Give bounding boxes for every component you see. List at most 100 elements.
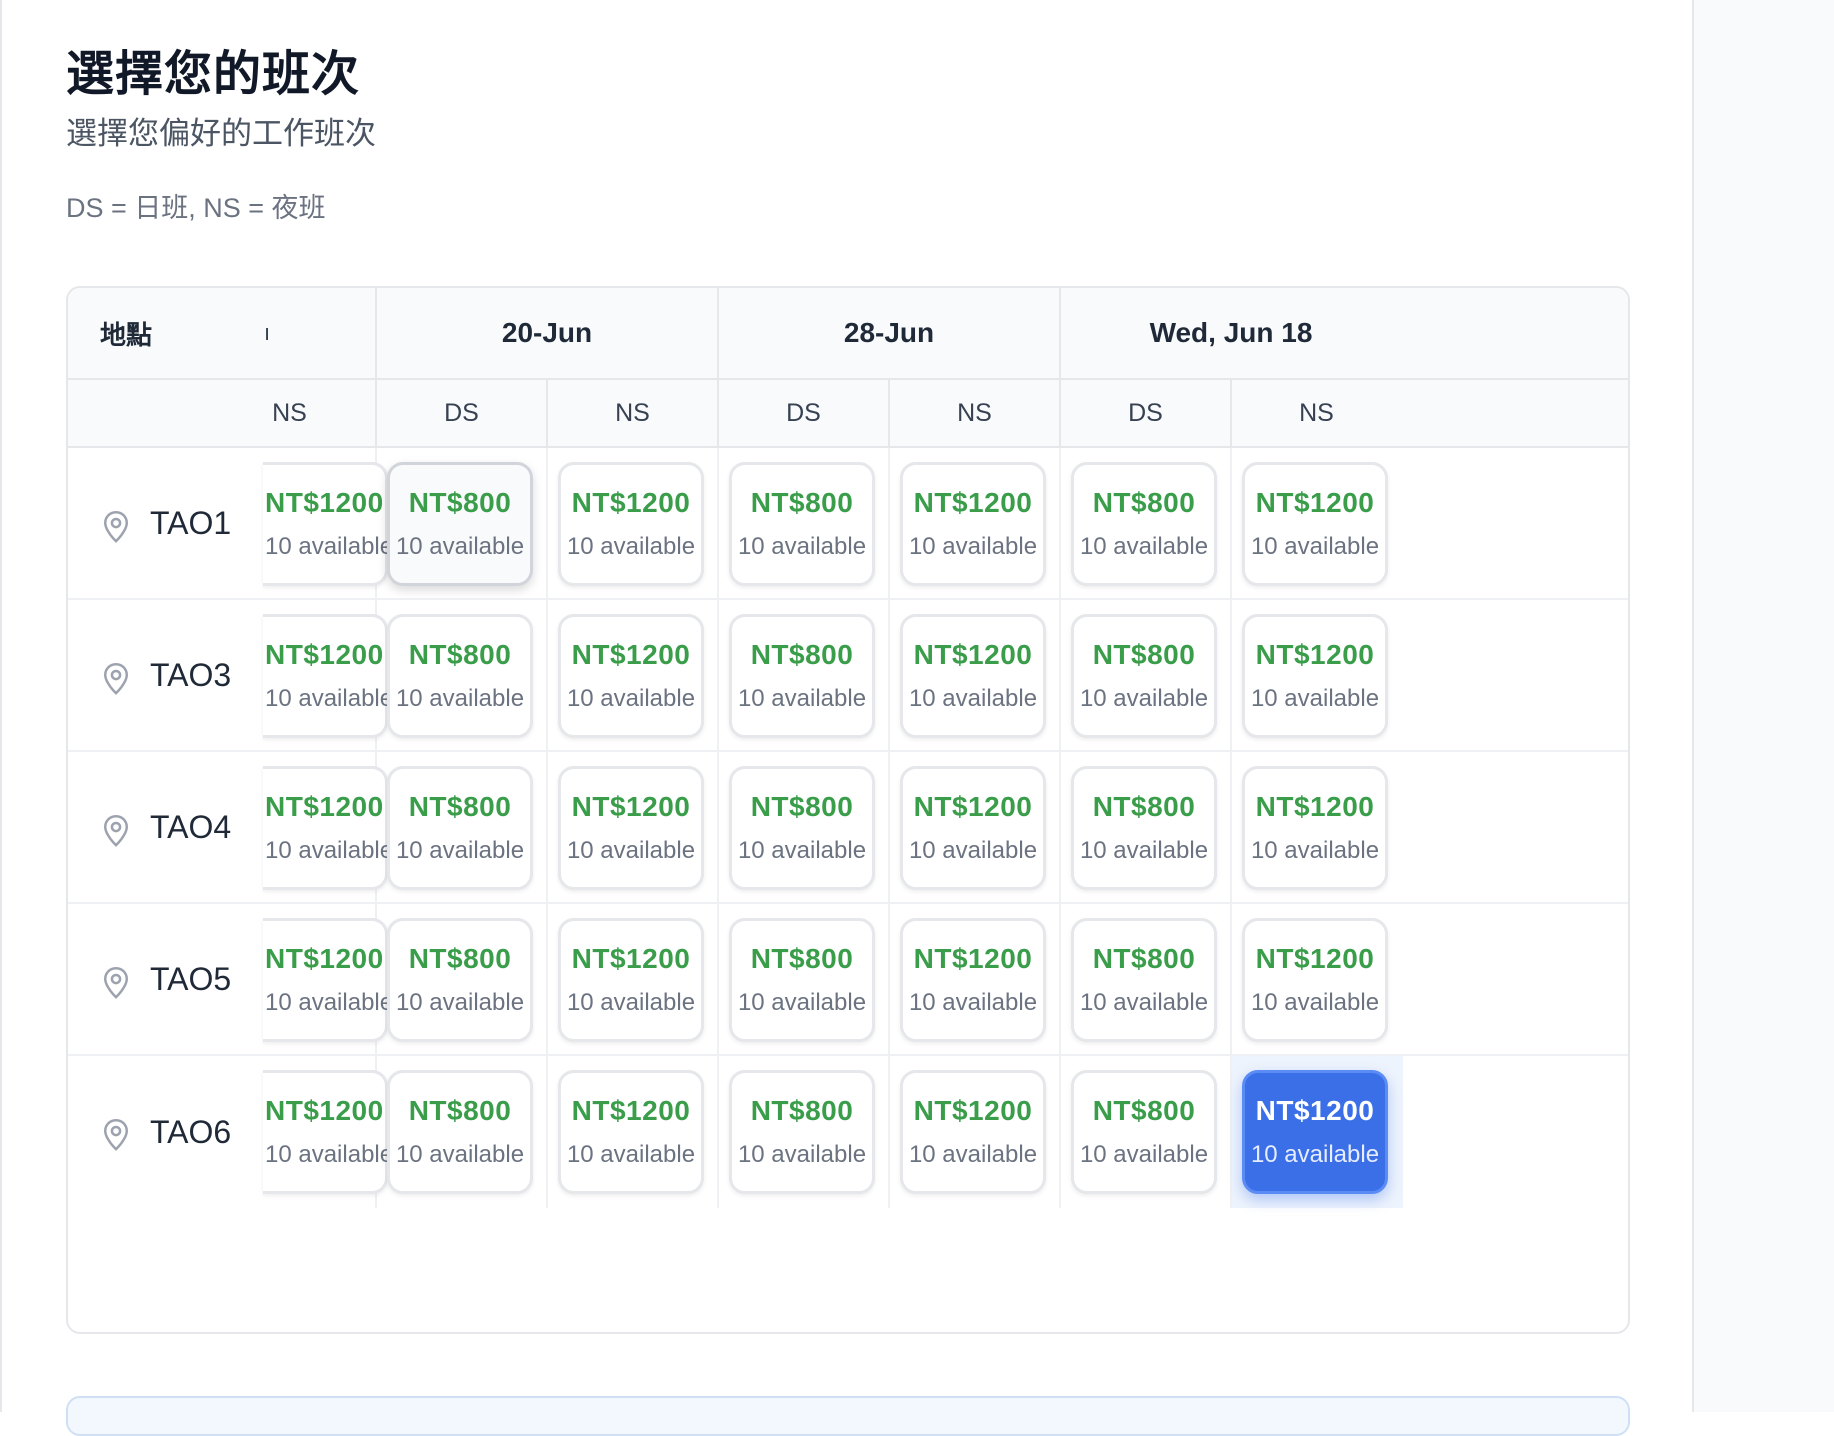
shift-availability: 10 available bbox=[395, 533, 525, 560]
shift-availability: 10 available bbox=[1079, 989, 1209, 1016]
shift-option-card[interactable]: NT$1200 10 available bbox=[1242, 766, 1388, 890]
map-pin-icon bbox=[103, 967, 129, 999]
shift-availability: 10 available bbox=[908, 685, 1038, 712]
shift-option-card[interactable]: NT$1200 10 available bbox=[558, 614, 704, 738]
shift-price: NT$1200 bbox=[571, 943, 691, 974]
location-cell: TAO5 bbox=[68, 904, 263, 1054]
shift-option-card[interactable]: NT$800 10 available bbox=[1071, 918, 1217, 1042]
shift-price: NT$1200 bbox=[913, 791, 1033, 822]
date-header-row: 地點 ı 20-Jun 28-Jun Wed, Jun 18 bbox=[68, 288, 1628, 380]
page-title: 選擇您的班次 bbox=[66, 48, 361, 101]
shift-price: NT$1200 bbox=[1255, 943, 1375, 974]
shift-availability: 10 available bbox=[1250, 837, 1380, 864]
shift-availability: 10 available bbox=[1250, 1141, 1380, 1168]
shift-option-card[interactable]: NT$800 10 available bbox=[1071, 614, 1217, 738]
shift-option-card[interactable]: NT$800 10 available bbox=[729, 462, 875, 586]
shift-option-card[interactable]: NT$800 10 available bbox=[1071, 1070, 1217, 1194]
shift-price: NT$1200 bbox=[571, 1095, 691, 1126]
column-divider bbox=[546, 1056, 548, 1208]
shift-header-ns: NS bbox=[272, 398, 307, 427]
shift-price: NT$800 bbox=[750, 639, 854, 670]
shift-header-ds: DS bbox=[1059, 380, 1230, 446]
shift-header-ns: NS bbox=[888, 380, 1059, 446]
shift-option-card[interactable]: NT$1200 10 available bbox=[900, 1070, 1046, 1194]
shift-price: NT$1200 bbox=[1255, 1095, 1375, 1126]
shift-header-ds: DS bbox=[375, 380, 546, 446]
shift-option-card[interactable]: NT$1200 10 available bbox=[263, 766, 393, 890]
shift-price: NT$800 bbox=[1092, 1095, 1196, 1126]
shift-option-card[interactable]: NT$1200 10 available bbox=[1242, 918, 1388, 1042]
date-header-jun-18: Wed, Jun 18 bbox=[1059, 288, 1401, 378]
shift-option-card[interactable]: NT$800 10 available bbox=[1071, 462, 1217, 586]
shift-option-card[interactable]: NT$1200 10 available bbox=[263, 614, 393, 738]
date-header-20-jun: 20-Jun bbox=[375, 288, 717, 378]
shift-option-card[interactable]: NT$1200 10 available bbox=[900, 614, 1046, 738]
column-divider bbox=[1230, 904, 1232, 1054]
shift-price: NT$1200 bbox=[913, 943, 1033, 974]
column-divider bbox=[717, 448, 719, 598]
shift-option-card[interactable]: NT$800 10 available bbox=[729, 614, 875, 738]
shift-option-card[interactable]: NT$800 10 available bbox=[387, 766, 533, 890]
shift-option-card[interactable]: NT$1200 10 available bbox=[263, 918, 393, 1042]
shift-option-card[interactable]: NT$1200 10 available bbox=[558, 462, 704, 586]
shift-option-card[interactable]: NT$1200 10 available bbox=[1242, 462, 1388, 586]
shift-price: NT$1200 bbox=[913, 487, 1033, 518]
shift-availability: 10 available bbox=[395, 837, 525, 864]
shift-option-card[interactable]: NT$800 10 available bbox=[1071, 766, 1217, 890]
shift-price: NT$800 bbox=[408, 791, 512, 822]
shift-availability: 10 available bbox=[1079, 685, 1209, 712]
shift-option-card[interactable]: NT$1200 10 available bbox=[558, 766, 704, 890]
shift-price: NT$800 bbox=[1092, 639, 1196, 670]
info-box bbox=[66, 1396, 1630, 1436]
shift-price: NT$800 bbox=[408, 1095, 512, 1126]
shift-availability: 10 available bbox=[1079, 1141, 1209, 1168]
shift-availability: 10 available bbox=[1250, 533, 1380, 560]
location-name: TAO1 bbox=[150, 504, 232, 541]
shift-option-card[interactable]: NT$800 10 available bbox=[387, 614, 533, 738]
map-pin-icon bbox=[103, 1119, 129, 1151]
shift-option-card[interactable]: NT$1200 10 available bbox=[900, 918, 1046, 1042]
shift-option-card[interactable]: NT$1200 10 available bbox=[900, 462, 1046, 586]
shift-option-card[interactable]: NT$1200 10 available bbox=[558, 918, 704, 1042]
table-row: TAO3 NT$1200 10 available NT$800 10 availabl… bbox=[68, 600, 1628, 752]
shift-option-card[interactable]: NT$800 10 available bbox=[729, 1070, 875, 1194]
shift-availability: 10 available bbox=[265, 533, 394, 560]
shift-option-card[interactable]: NT$1200 10 available bbox=[1242, 614, 1388, 738]
shift-availability: 10 available bbox=[737, 533, 867, 560]
shift-availability: 10 available bbox=[908, 837, 1038, 864]
clipped-date-header: ı bbox=[264, 320, 271, 345]
shift-option-card[interactable]: NT$800 10 available bbox=[729, 918, 875, 1042]
shift-availability: 10 available bbox=[1079, 533, 1209, 560]
shift-availability: 10 available bbox=[908, 1141, 1038, 1168]
shift-availability: 10 available bbox=[737, 1141, 867, 1168]
shift-option-card[interactable]: NT$1200 10 available bbox=[263, 1070, 393, 1194]
main-content: 選擇您的班次 選擇您偏好的工作班次 DS = 日班, NS = 夜班 地點 ı … bbox=[2, 0, 1694, 1436]
shift-option-card[interactable]: NT$800 10 available bbox=[387, 918, 533, 1042]
shift-option-card[interactable]: NT$800 10 available bbox=[387, 462, 533, 586]
column-divider bbox=[717, 600, 719, 750]
shift-header-ns: NS bbox=[1230, 380, 1401, 446]
location-cell: TAO6 bbox=[68, 1056, 263, 1208]
shift-option-card[interactable]: NT$800 10 available bbox=[729, 766, 875, 890]
shift-option-card[interactable]: NT$1200 10 available bbox=[558, 1070, 704, 1194]
shift-option-card[interactable]: NT$1200 10 available bbox=[900, 766, 1046, 890]
shift-option-card[interactable]: NT$1200 10 available bbox=[263, 462, 393, 586]
column-divider bbox=[717, 1056, 719, 1208]
shift-price: NT$800 bbox=[750, 791, 854, 822]
column-divider bbox=[546, 904, 548, 1054]
location-column-header: 地點 bbox=[100, 319, 153, 350]
shift-price: NT$800 bbox=[408, 943, 512, 974]
shift-option-card[interactable]: NT$800 10 available bbox=[387, 1070, 533, 1194]
shift-option-card[interactable]: NT$1200 10 available bbox=[1242, 1070, 1388, 1194]
shift-availability: 10 available bbox=[566, 837, 696, 864]
shift-availability: 10 available bbox=[1079, 837, 1209, 864]
shift-price: NT$800 bbox=[408, 639, 512, 670]
column-divider bbox=[888, 752, 890, 902]
shift-availability: 10 available bbox=[566, 1141, 696, 1168]
table-row: TAO6 NT$1200 10 available NT$800 10 availabl… bbox=[68, 1056, 1628, 1208]
column-divider bbox=[1059, 752, 1061, 902]
shift-availability: 10 available bbox=[395, 989, 525, 1016]
column-divider bbox=[1059, 600, 1061, 750]
column-divider bbox=[1230, 448, 1232, 598]
shift-price: NT$1200 bbox=[265, 639, 384, 670]
